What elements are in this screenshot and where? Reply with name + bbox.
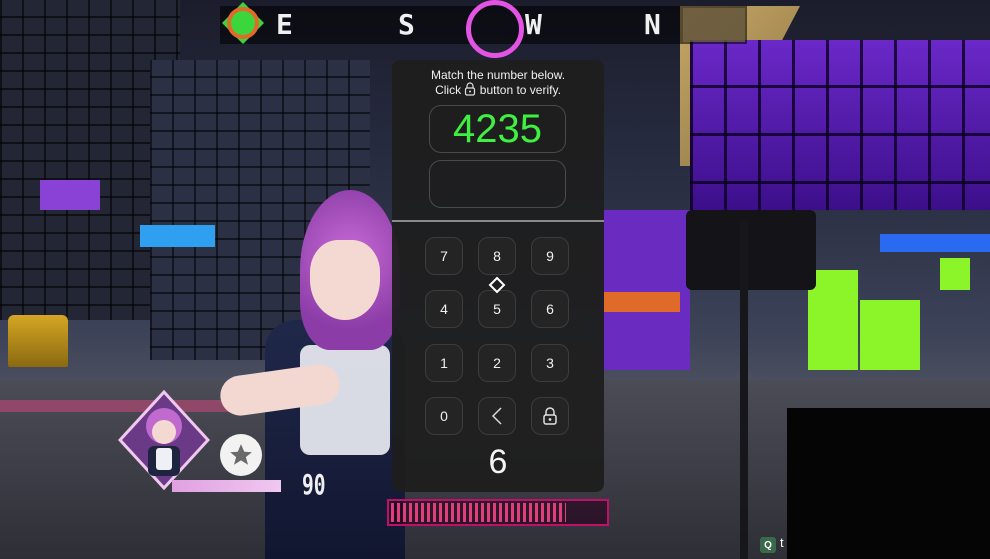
target-number: 4235 [429,105,566,153]
street-pole [740,220,748,559]
objective-diamond-icon [222,2,264,44]
compass-north: N [644,8,661,41]
hp-value: 90 [302,468,326,501]
compass-east: E [276,8,293,41]
key-7[interactable]: 7 [425,237,463,275]
waypoint-ring-icon [466,0,524,58]
panel-divider [392,220,604,222]
character-portrait [118,390,210,490]
key-1[interactable]: 1 [425,344,463,382]
character-face [310,240,380,320]
instruction-line-1: Match the number below. [430,68,566,82]
current-digit-display: 6 [488,443,508,481]
instruction-click-text: Click [435,83,462,97]
purple-glass-wall [690,40,990,210]
street-sign [686,210,816,290]
key-3[interactable]: 3 [531,344,569,382]
purple-storefront [600,210,690,370]
chevron-left-icon [491,407,502,425]
key-9[interactable]: 9 [531,237,569,275]
key-6[interactable]: 6 [531,290,569,328]
instruction-line-2: Click button to verify. [392,82,604,97]
code-input-display [429,160,566,208]
camera-overlay [787,408,990,559]
instruction-verify-text: button to verify. [479,83,561,97]
lime-cube-3 [940,258,970,290]
q-hint-text: t [780,535,784,550]
lime-cube-2 [860,300,920,370]
lock-icon [465,82,476,96]
verify-button[interactable] [531,397,569,435]
key-2[interactable]: 2 [478,344,516,382]
star-icon [230,444,252,465]
taxi [8,315,68,367]
hp-bar [172,480,281,492]
key-8[interactable]: 8 [478,237,516,275]
verification-instructions: Match the number below. Click button to … [392,68,604,97]
q-key-badge: Q [760,537,776,553]
compass-west: W [525,8,542,41]
skill-star-button[interactable] [220,434,262,476]
lock-icon [543,407,557,425]
neon-purple-sign [40,180,100,210]
blue-bar [880,234,990,252]
compass-marker-block [683,8,745,42]
compass-south: S [398,8,415,41]
neon-blue-sign [140,225,215,247]
stamina-bar [387,499,609,526]
diamond-cursor-icon [488,276,506,294]
stamina-fill [391,503,566,522]
key-0[interactable]: 0 [425,397,463,435]
key-4[interactable]: 4 [425,290,463,328]
orange-awning [604,292,680,312]
backspace-button[interactable] [478,397,516,435]
key-5[interactable]: 5 [478,290,516,328]
